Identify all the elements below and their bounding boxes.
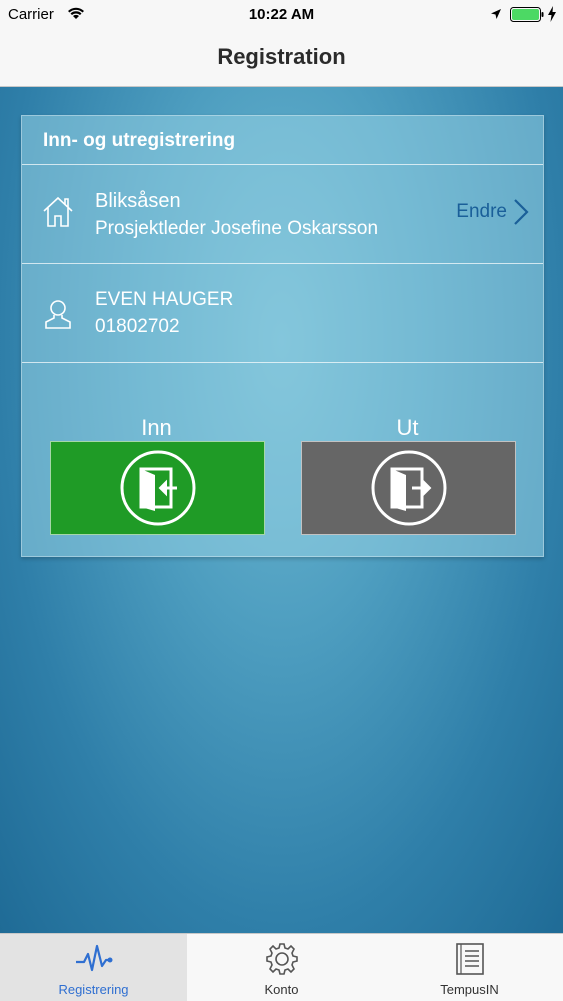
door-enter-icon: [120, 450, 195, 526]
change-location-link[interactable]: Endre: [456, 198, 529, 226]
tab-konto[interactable]: Konto: [188, 934, 375, 1001]
check-in-button[interactable]: [50, 441, 265, 535]
charging-icon: [548, 6, 556, 22]
status-time: 10:22 AM: [248, 6, 315, 23]
navigation-bar: Registration: [0, 30, 563, 87]
document-icon: [456, 943, 484, 975]
check-out-button[interactable]: [301, 441, 516, 535]
location-row[interactable]: Bliksåsen Prosjektleder Josefine Oskarss…: [22, 165, 543, 264]
chevron-right-icon: [514, 199, 529, 225]
main-content: Inn- og utregistrering Bliksåsen Prosjek…: [0, 87, 563, 933]
user-row: EVEN HAUGER 01802702: [22, 264, 543, 363]
card-title: Inn- og utregistrering: [43, 130, 236, 151]
status-bar: Carrier 10:22 AM: [0, 0, 563, 30]
person-icon: [45, 300, 71, 329]
location-name: Bliksåsen: [95, 190, 181, 212]
tab-label: Registrering: [58, 982, 129, 997]
page-title: Registration: [217, 44, 346, 69]
project-manager: Prosjektleder Josefine Oskarsson: [95, 218, 379, 239]
tab-registrering[interactable]: Registrering: [0, 934, 187, 1001]
registration-card: Inn- og utregistrering Bliksåsen Prosjek…: [21, 115, 544, 557]
gear-icon: [266, 943, 298, 975]
check-out-label: Ut: [396, 415, 419, 440]
location-arrow-icon: [491, 9, 501, 19]
door-exit-icon: [371, 450, 446, 526]
change-label: Endre: [456, 201, 507, 222]
battery-icon: [510, 7, 544, 22]
house-icon: [43, 196, 73, 227]
tab-bar: Registrering Konto TempusIN: [0, 933, 563, 1001]
tab-tempusin[interactable]: TempusIN: [376, 934, 563, 1001]
pulse-icon: [76, 944, 113, 972]
check-in-label: Inn: [141, 415, 172, 440]
user-name: EVEN HAUGER: [95, 289, 234, 310]
card-header: Inn- og utregistrering: [22, 116, 543, 165]
user-id: 01802702: [95, 316, 180, 337]
tab-label: Konto: [264, 982, 299, 997]
tab-label: TempusIN: [440, 982, 499, 997]
